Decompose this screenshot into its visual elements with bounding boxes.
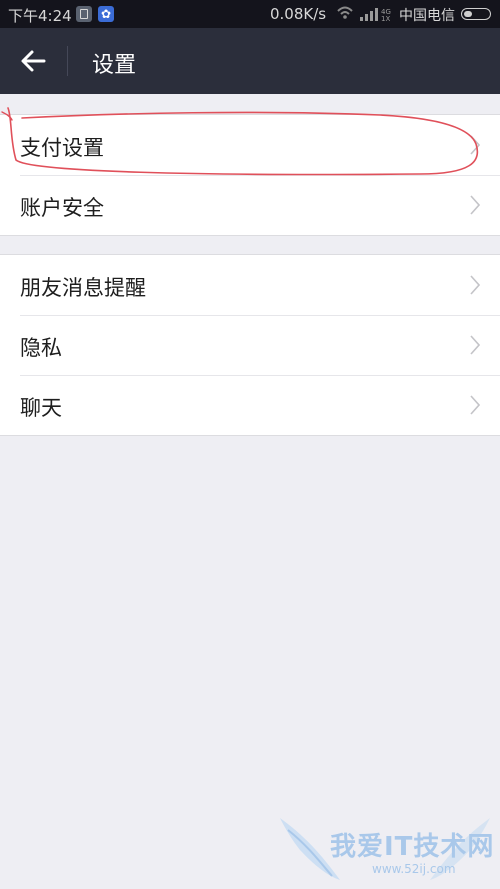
back-button[interactable] (0, 28, 68, 94)
carrier-name: 中国电信 (399, 8, 455, 24)
settings-item-privacy[interactable]: 隐私 (0, 315, 500, 375)
chevron-right-icon (470, 275, 480, 295)
network-speed: 0.08K/s (270, 5, 327, 23)
settings-item-label: 账户安全 (20, 196, 104, 220)
header-divider (67, 46, 68, 76)
wifi-icon (337, 6, 353, 19)
status-bar: 下午4:24 ✿ 0.08K/s 4G 1X 中国电信 (0, 0, 500, 28)
chevron-right-icon (470, 195, 480, 215)
watermark-text: 我爱IT技术网 (330, 832, 495, 862)
page-title: 设置 (92, 53, 137, 78)
settings-gear-icon: ✿ (98, 6, 114, 22)
notification-icon (76, 6, 92, 22)
settings-item-label: 聊天 (20, 396, 62, 420)
settings-item-account-security[interactable]: 账户安全 (0, 175, 500, 235)
watermark: 我爱IT技术网 www.52ij.com (270, 810, 500, 889)
chevron-right-icon (470, 395, 480, 415)
settings-item-label: 朋友消息提醒 (20, 276, 146, 300)
settings-item-label: 隐私 (20, 336, 62, 360)
settings-group-account: 支付设置 账户安全 (0, 114, 500, 236)
settings-item-chat[interactable]: 聊天 (0, 375, 500, 435)
settings-item-label: 支付设置 (20, 136, 104, 160)
settings-item-payment[interactable]: 支付设置 (0, 115, 500, 175)
arrow-left-icon (21, 50, 46, 72)
status-time: 下午4:24 (8, 7, 72, 25)
settings-group-general: 朋友消息提醒 隐私 聊天 (0, 254, 500, 436)
chevron-right-icon (470, 335, 480, 355)
signal-icon: 4G 1X (360, 8, 391, 22)
svg-text:1X: 1X (381, 15, 390, 22)
watermark-url: www.52ij.com (372, 862, 456, 876)
app-header: 设置 (0, 28, 500, 94)
battery-icon (461, 8, 491, 20)
chevron-right-icon (470, 135, 480, 155)
settings-item-friend-notifications[interactable]: 朋友消息提醒 (0, 255, 500, 315)
